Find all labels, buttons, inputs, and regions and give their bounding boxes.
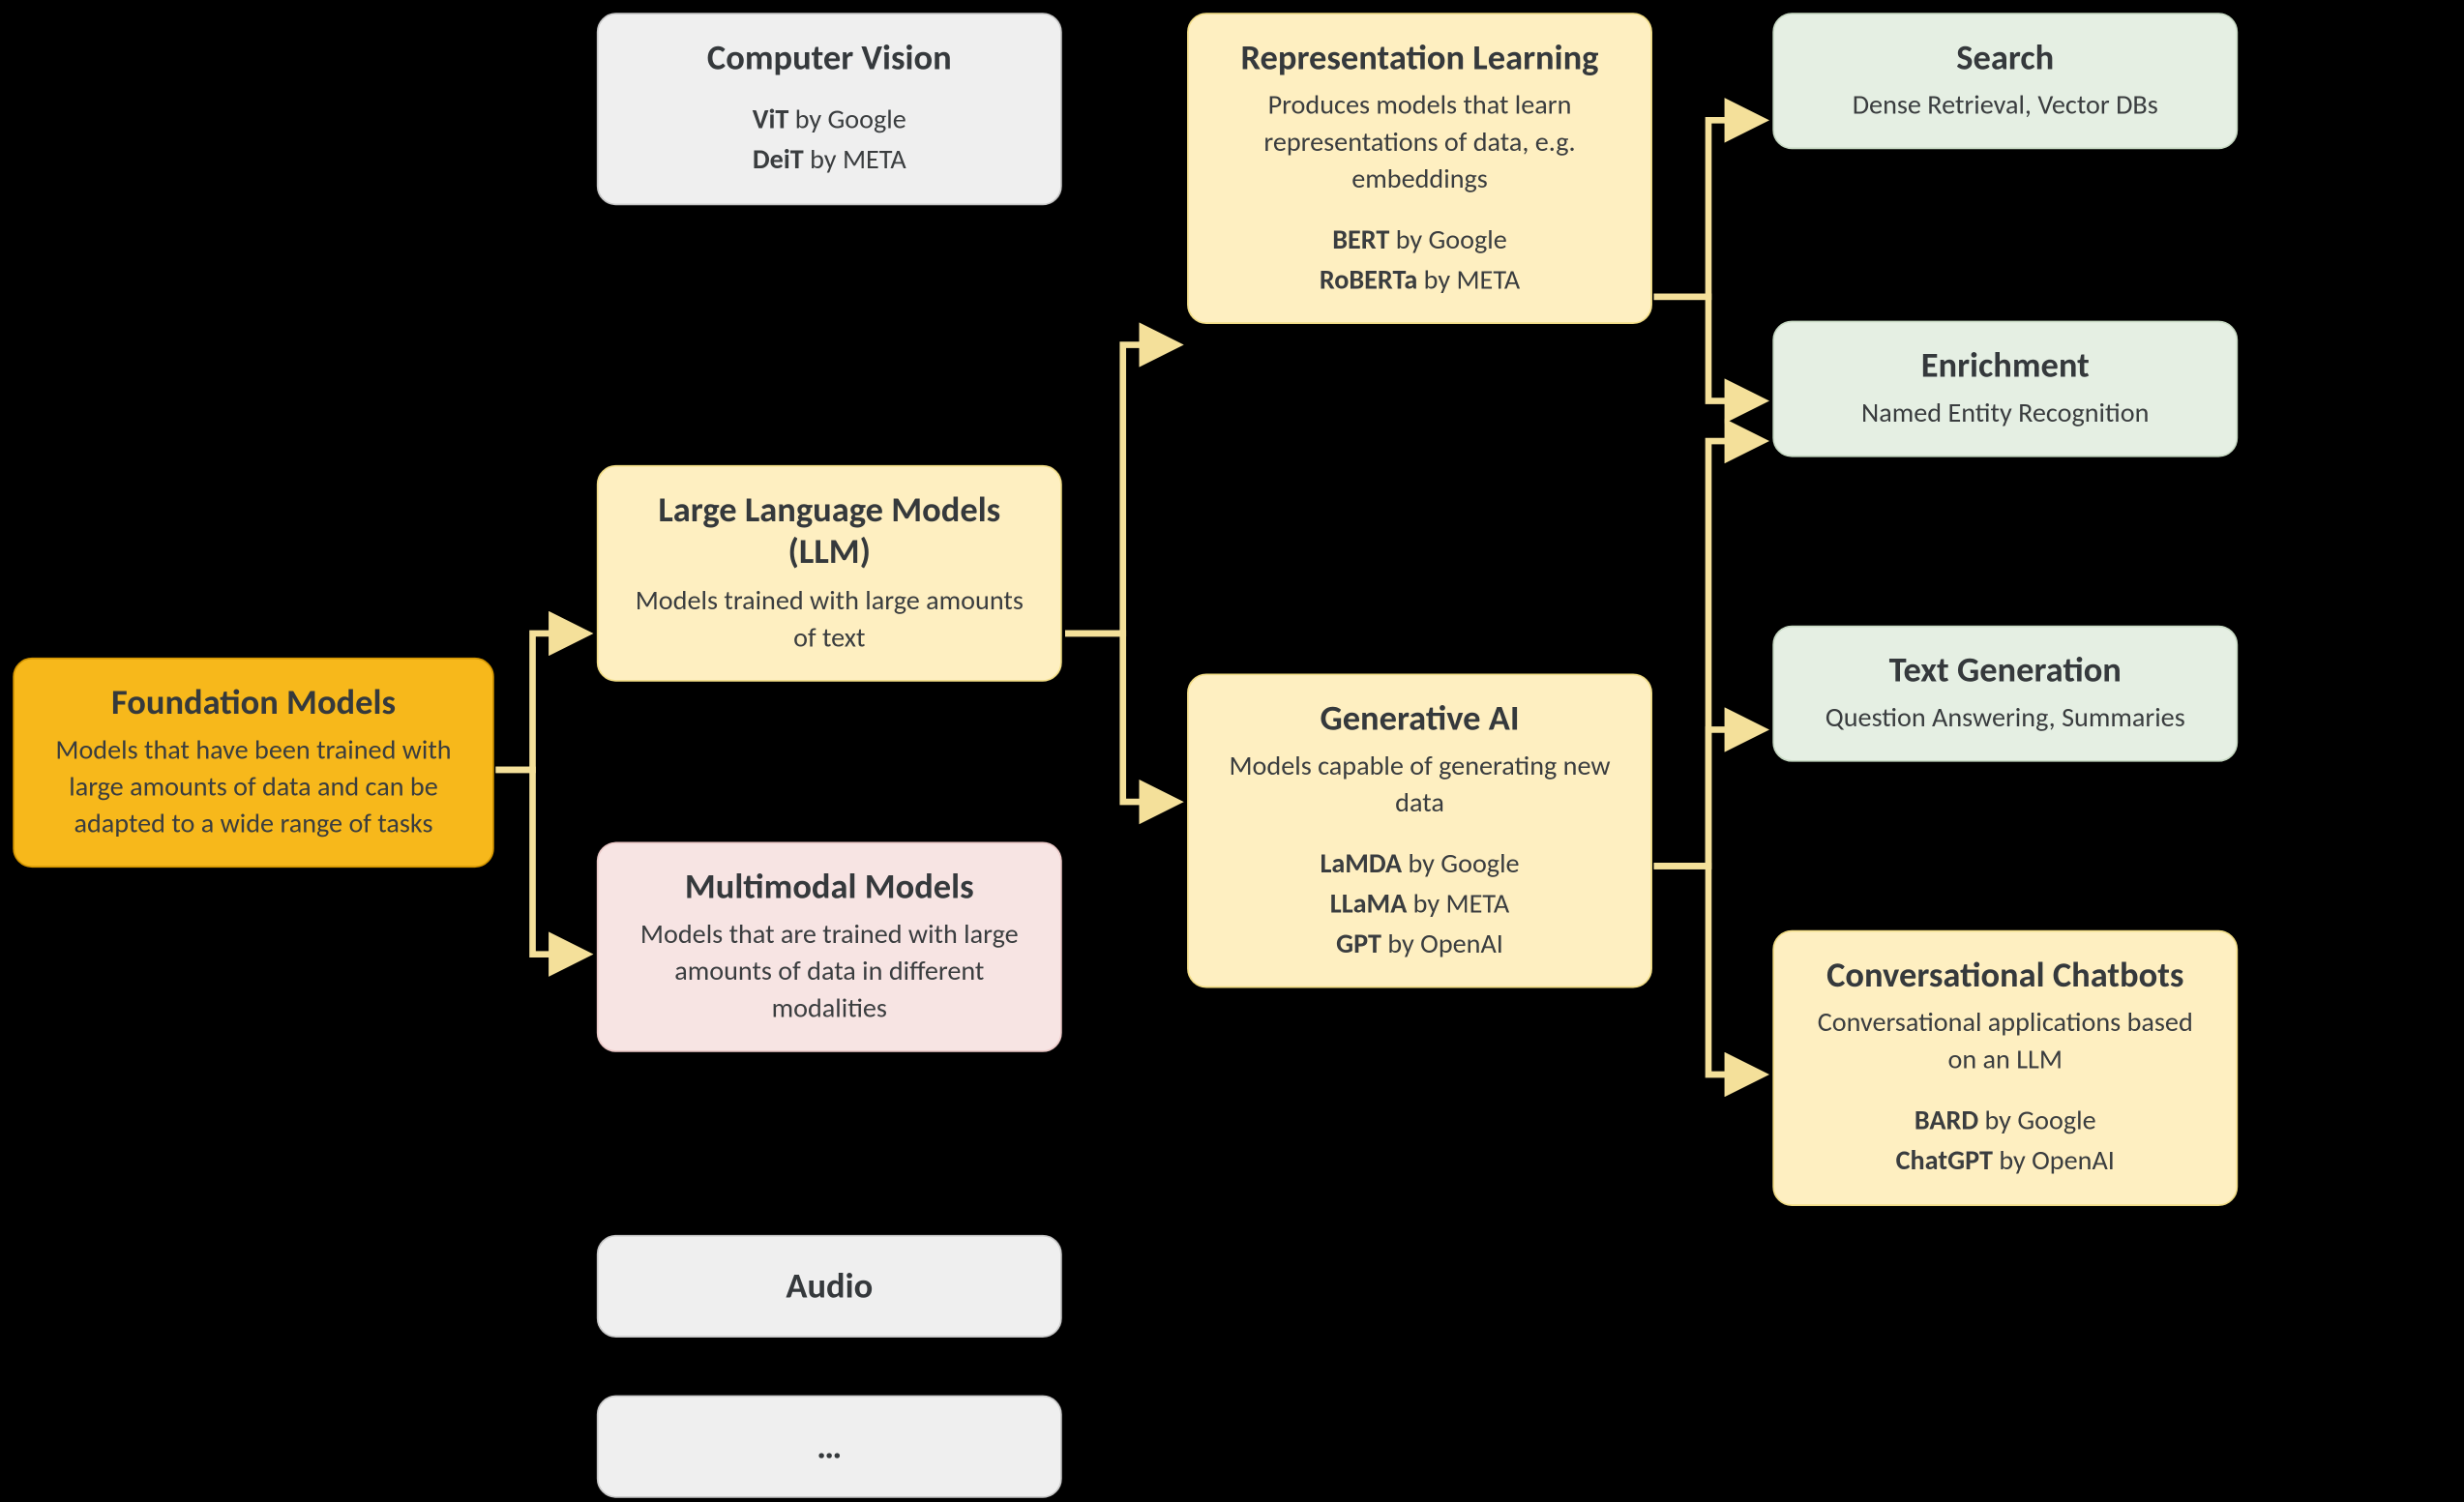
desc: Models capable of generating new data	[1218, 750, 1622, 823]
title: Text Generation	[1803, 650, 2208, 692]
node-multimodal: Multimodal Models Models that are traine…	[597, 842, 1062, 1053]
node-representation-learning: Representation Learning Produces models …	[1187, 13, 1652, 324]
desc: Dense Retrieval, Vector DBs	[1803, 89, 2208, 126]
node-enrichment: Enrichment Named Entity Recognition	[1772, 321, 2238, 457]
title: …	[627, 1426, 1031, 1468]
node-search: Search Dense Retrieval, Vector DBs	[1772, 13, 2238, 149]
node-computer-vision: Computer Vision ViT by Google DeiT by ME…	[597, 13, 1062, 204]
examples: BERT by Google RoBERTa by META	[1218, 221, 1622, 301]
diagram-canvas: Foundation Models Models that have been …	[0, 0, 2464, 1499]
title: Representation Learning	[1218, 37, 1622, 79]
title: Generative AI	[1218, 697, 1622, 740]
node-conversational-chatbots: Conversational Chatbots Conversational a…	[1772, 930, 2238, 1205]
node-more: …	[597, 1396, 1062, 1499]
node-llm: Large Language Models (LLM) Models train…	[597, 465, 1062, 681]
title: Multimodal Models	[627, 866, 1031, 908]
desc: Conversational applications based on an …	[1803, 1006, 2208, 1079]
examples: ViT by Google DeiT by META	[627, 102, 1031, 181]
title: Audio	[627, 1265, 1031, 1308]
desc: Models that are trained with large amoun…	[627, 918, 1031, 1028]
desc: Models trained with large amounts of tex…	[627, 583, 1031, 657]
examples: LaMDA by Google LLaMA by META GPT by Ope…	[1218, 845, 1622, 964]
examples: BARD by Google ChatGPT by OpenAI	[1803, 1103, 2208, 1182]
desc: Produces models that learn representatio…	[1218, 89, 1622, 199]
node-foundation-models: Foundation Models Models that have been …	[13, 658, 493, 869]
title: Conversational Chatbots	[1803, 955, 2208, 997]
title: Foundation Models	[44, 682, 463, 724]
node-generative-ai: Generative AI Models capable of generati…	[1187, 673, 1652, 987]
title: Large Language Models (LLM)	[627, 489, 1031, 574]
desc: Models that have been trained with large…	[44, 733, 463, 843]
title: Computer Vision	[627, 37, 1031, 79]
node-audio: Audio	[597, 1235, 1062, 1339]
title: Search	[1803, 37, 2208, 79]
desc: Named Entity Recognition	[1803, 397, 2208, 433]
node-text-generation: Text Generation Question Answering, Summ…	[1772, 626, 2238, 762]
desc: Question Answering, Summaries	[1803, 701, 2208, 738]
title: Enrichment	[1803, 345, 2208, 388]
